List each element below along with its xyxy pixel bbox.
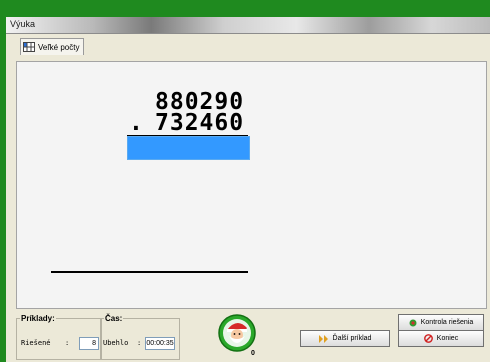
score-counter: 0 [251, 350, 255, 357]
app-window: Výuka Veľké počty 880290 . 732460 Príkla… [6, 17, 490, 362]
operator-symbol: . [129, 110, 144, 136]
santa-icon[interactable] [218, 314, 256, 352]
status-area: Príklady: Riešené : 8 Čas: Ubehlo : 00:0… [6, 310, 490, 362]
solved-label: Riešené [21, 339, 51, 347]
elapsed-separator: : [137, 339, 142, 347]
solved-count: 8 [79, 337, 99, 350]
time-group-label: Čas: [104, 314, 124, 323]
tab-bar: Veľké počty [6, 34, 490, 55]
end-button[interactable]: Koniec [398, 330, 484, 347]
sum-line [51, 271, 248, 273]
stop-icon [423, 334, 433, 343]
second-operand: 732460 [155, 110, 245, 136]
tab-label: Veľké počty [38, 42, 80, 52]
time-group: Čas: Ubehlo : 00:00:35 [100, 314, 180, 360]
check-icon [409, 319, 417, 326]
check-solution-button[interactable]: Kontrola riešenia [398, 314, 484, 331]
elapsed-time: 00:00:35 [145, 337, 175, 350]
next-example-button[interactable]: Ďalší príklad [300, 330, 390, 347]
answer-input[interactable] [127, 136, 250, 160]
examples-group-label: Príklady: [20, 314, 56, 323]
tab-large-numbers[interactable]: Veľké počty [20, 38, 85, 55]
examples-group: Príklady: Riešené : 8 [16, 314, 102, 360]
solved-separator: : [65, 339, 70, 347]
title-bar[interactable]: Výuka [6, 17, 490, 34]
grid-calculator-icon [23, 42, 35, 52]
elapsed-label: Ubehlo [103, 339, 129, 347]
double-arrow-icon [318, 334, 328, 343]
window-title: Výuka [10, 19, 36, 29]
exercise-panel: 880290 . 732460 [16, 61, 487, 309]
